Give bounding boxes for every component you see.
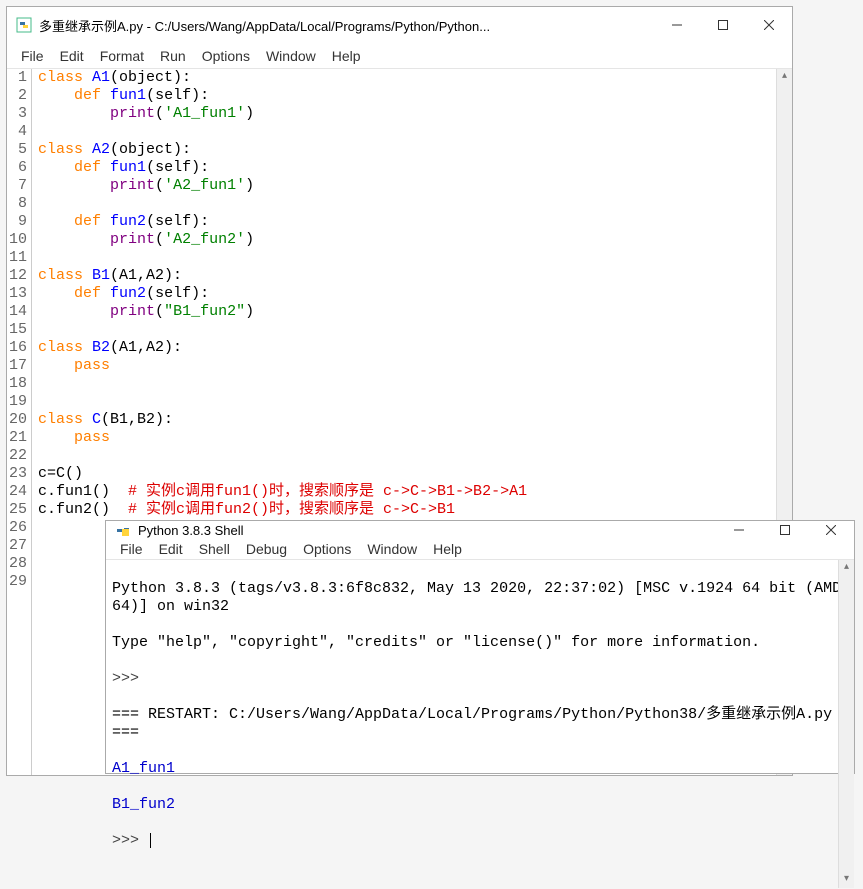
close-button[interactable] <box>746 7 792 43</box>
line-number: 13 <box>9 285 27 303</box>
line-number: 12 <box>9 267 27 285</box>
line-number: 25 <box>9 501 27 519</box>
line-number: 21 <box>9 429 27 447</box>
code-line[interactable] <box>38 249 527 267</box>
text-cursor <box>150 833 151 848</box>
line-number: 10 <box>9 231 27 249</box>
shell-window-controls <box>716 521 854 539</box>
code-line[interactable] <box>38 393 527 411</box>
menu-options[interactable]: Options <box>295 539 359 559</box>
code-line[interactable]: class A2(object): <box>38 141 527 159</box>
shell-output-line: A1_fun1 <box>112 760 175 777</box>
menu-file[interactable]: File <box>112 539 151 559</box>
line-number: 22 <box>9 447 27 465</box>
scroll-down-arrow[interactable]: ▾ <box>839 872 854 888</box>
code-line[interactable]: class B1(A1,A2): <box>38 267 527 285</box>
code-line[interactable] <box>38 447 527 465</box>
scroll-up-arrow[interactable]: ▴ <box>839 560 854 576</box>
line-number: 3 <box>9 105 27 123</box>
editor-window-controls <box>654 7 792 43</box>
python-icon <box>114 521 132 539</box>
code-line[interactable]: pass <box>38 429 527 447</box>
line-number: 7 <box>9 177 27 195</box>
code-line[interactable]: print("B1_fun2") <box>38 303 527 321</box>
shell-banner-line: Type "help", "copyright", "credits" or "… <box>112 634 760 651</box>
menu-window[interactable]: Window <box>258 46 324 66</box>
line-number: 15 <box>9 321 27 339</box>
line-number: 6 <box>9 159 27 177</box>
shell-restart-line: === RESTART: C:/Users/Wang/AppData/Local… <box>112 706 841 741</box>
code-line[interactable]: c.fun2() # 实例c调用fun2()时，搜索顺序是 c->C->B1 <box>38 501 527 519</box>
line-number: 4 <box>9 123 27 141</box>
menu-help[interactable]: Help <box>425 539 470 559</box>
vertical-scrollbar[interactable]: ▴ ▾ <box>838 560 854 888</box>
shell-titlebar[interactable]: Python 3.8.3 Shell <box>106 521 854 539</box>
code-line[interactable]: def fun2(self): <box>38 213 527 231</box>
code-line[interactable] <box>38 321 527 339</box>
line-number: 23 <box>9 465 27 483</box>
scroll-up-arrow[interactable]: ▴ <box>777 69 792 85</box>
line-number: 11 <box>9 249 27 267</box>
line-number: 29 <box>9 573 27 591</box>
editor-title: 多重继承示例A.py - C:/Users/Wang/AppData/Local… <box>39 16 490 35</box>
line-number: 19 <box>9 393 27 411</box>
code-line[interactable]: class B2(A1,A2): <box>38 339 527 357</box>
code-line[interactable] <box>38 375 527 393</box>
editor-menubar: File Edit Format Run Options Window Help <box>7 43 792 69</box>
code-line[interactable] <box>38 195 527 213</box>
code-line[interactable]: c.fun1() # 实例c调用fun1()时，搜索顺序是 c->C->B1->… <box>38 483 527 501</box>
line-number: 9 <box>9 213 27 231</box>
shell-output-line: B1_fun2 <box>112 796 175 813</box>
menu-format[interactable]: Format <box>92 46 152 66</box>
minimize-button[interactable] <box>716 521 762 539</box>
menu-edit[interactable]: Edit <box>151 539 191 559</box>
shell-banner-line: Python 3.8.3 (tags/v3.8.3:6f8c832, May 1… <box>112 580 841 615</box>
menu-help[interactable]: Help <box>324 46 369 66</box>
line-number: 14 <box>9 303 27 321</box>
code-line[interactable]: c=C() <box>38 465 527 483</box>
maximize-button[interactable] <box>762 521 808 539</box>
menu-edit[interactable]: Edit <box>52 46 92 66</box>
shell-title: Python 3.8.3 Shell <box>138 523 244 538</box>
shell-prompt[interactable]: >>> <box>112 832 148 849</box>
line-number: 20 <box>9 411 27 429</box>
code-line[interactable]: class C(B1,B2): <box>38 411 527 429</box>
menu-window[interactable]: Window <box>359 539 425 559</box>
editor-titlebar[interactable]: 多重继承示例A.py - C:/Users/Wang/AppData/Local… <box>7 7 792 43</box>
maximize-button[interactable] <box>700 7 746 43</box>
code-line[interactable]: print('A2_fun2') <box>38 231 527 249</box>
line-number: 26 <box>9 519 27 537</box>
line-number: 1 <box>9 69 27 87</box>
menu-shell[interactable]: Shell <box>191 539 238 559</box>
code-line[interactable]: print('A1_fun1') <box>38 105 527 123</box>
shell-output[interactable]: Python 3.8.3 (tags/v3.8.3:6f8c832, May 1… <box>106 560 854 888</box>
line-number: 18 <box>9 375 27 393</box>
line-number: 17 <box>9 357 27 375</box>
code-line[interactable]: def fun1(self): <box>38 159 527 177</box>
python-file-icon <box>15 16 33 34</box>
shell-prompt: >>> <box>112 670 148 687</box>
code-line[interactable]: class A1(object): <box>38 69 527 87</box>
code-line[interactable] <box>38 123 527 141</box>
line-number: 2 <box>9 87 27 105</box>
shell-menubar: File Edit Shell Debug Options Window Hel… <box>106 539 854 560</box>
close-button[interactable] <box>808 521 854 539</box>
line-number: 8 <box>9 195 27 213</box>
menu-run[interactable]: Run <box>152 46 194 66</box>
shell-window: Python 3.8.3 Shell File Edit Shell Debug… <box>105 520 855 774</box>
minimize-button[interactable] <box>654 7 700 43</box>
code-line[interactable]: def fun2(self): <box>38 285 527 303</box>
line-number-gutter: 1234567891011121314151617181920212223242… <box>7 69 32 775</box>
line-number: 24 <box>9 483 27 501</box>
line-number: 5 <box>9 141 27 159</box>
code-line[interactable]: pass <box>38 357 527 375</box>
code-line[interactable]: print('A2_fun1') <box>38 177 527 195</box>
line-number: 28 <box>9 555 27 573</box>
line-number: 27 <box>9 537 27 555</box>
code-line[interactable]: def fun1(self): <box>38 87 527 105</box>
menu-file[interactable]: File <box>13 46 52 66</box>
menu-debug[interactable]: Debug <box>238 539 295 559</box>
line-number: 16 <box>9 339 27 357</box>
menu-options[interactable]: Options <box>194 46 258 66</box>
